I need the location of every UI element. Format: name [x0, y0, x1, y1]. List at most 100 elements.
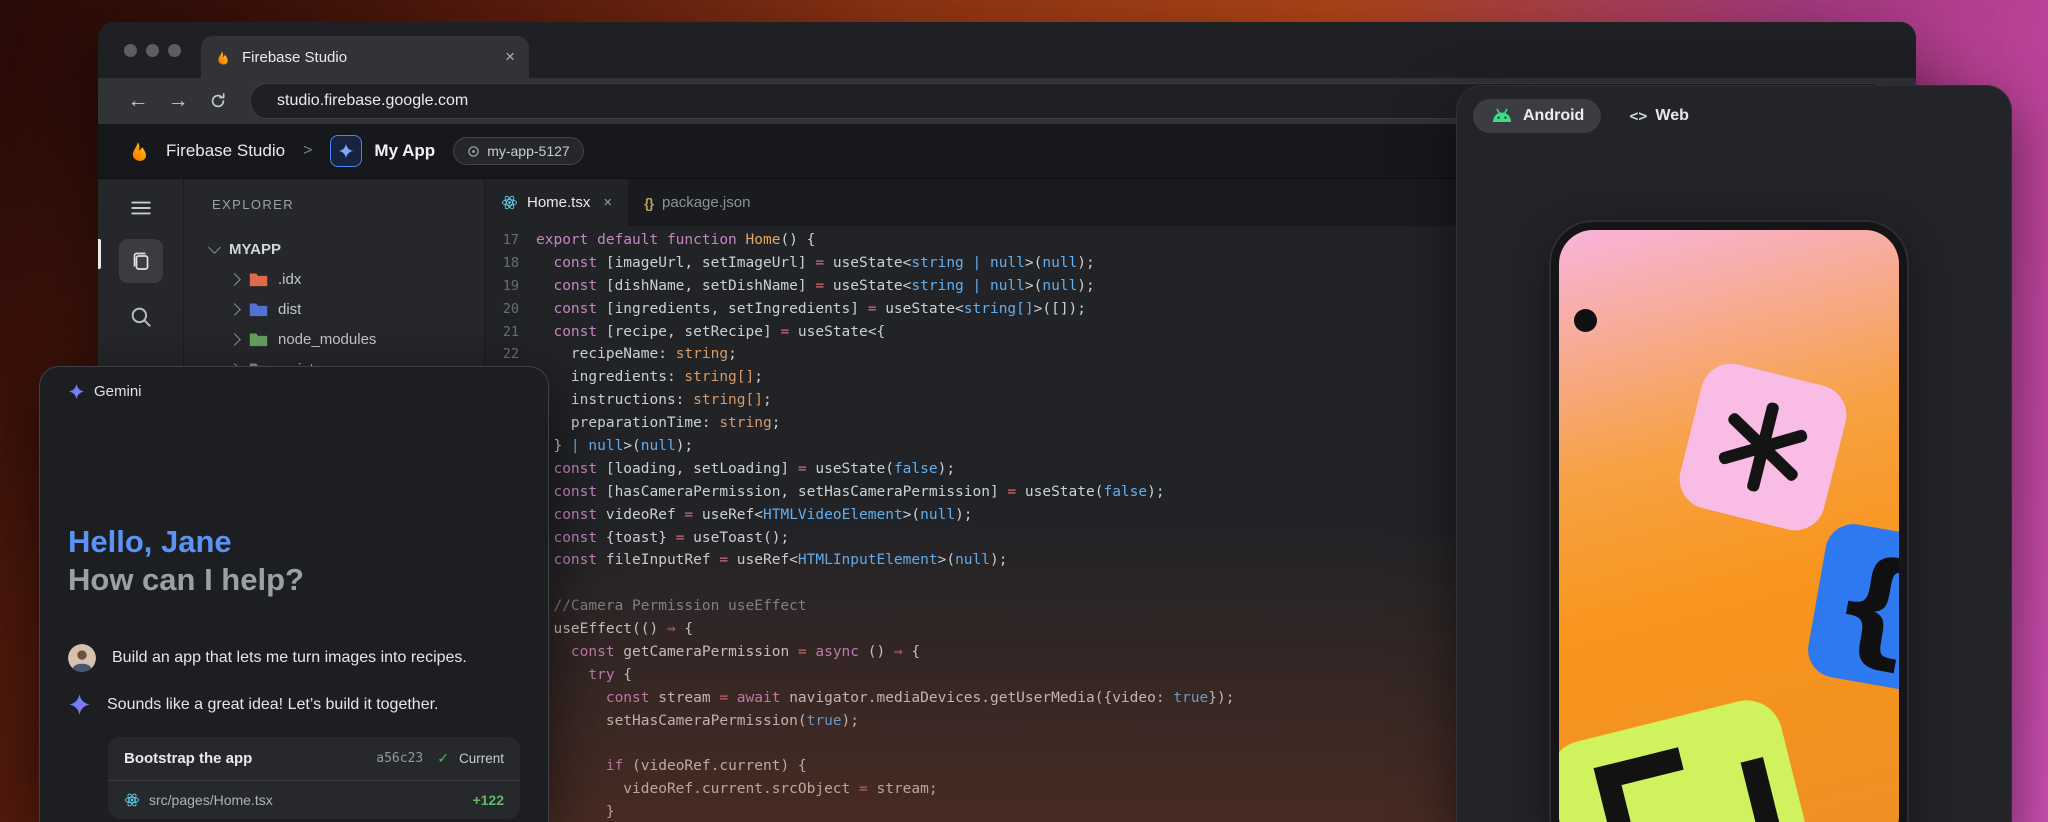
project-icon [467, 145, 480, 158]
refresh-icon [208, 91, 228, 111]
window-controls [124, 22, 181, 78]
tree-item-label: .idx [278, 271, 301, 288]
react-icon [124, 792, 140, 808]
file-path: src/pages/Home.tsx [149, 792, 463, 808]
search-view-button[interactable] [119, 295, 163, 339]
tree-item-.idx[interactable]: .idx [184, 264, 484, 294]
back-button[interactable]: ← [120, 83, 156, 119]
tab-label: package.json [662, 194, 750, 211]
code-text: const [recipe, setRecipe] = useState<{ [519, 321, 885, 344]
code-text: //Camera Permission useEffect [519, 595, 807, 618]
browser-tab[interactable]: Firebase Studio × [201, 36, 529, 78]
code-text: instructions: string[]; [519, 389, 772, 412]
tab-home-tsx[interactable]: Home.tsx × [485, 179, 628, 226]
tree-root-label: MYAPP [229, 241, 281, 258]
phone-mockup: { [1549, 220, 1909, 822]
line-number: 21 [485, 321, 519, 344]
preview-target-toggle: Android <> Web [1473, 99, 1689, 133]
gemini-subtitle: How can I help? [68, 562, 520, 598]
chevron-right-icon [228, 303, 241, 316]
search-icon [128, 304, 154, 330]
folder-icon [249, 331, 268, 347]
user-message: Build an app that lets me turn images in… [112, 649, 467, 667]
chevron-right-icon [228, 273, 241, 286]
android-toggle-button[interactable]: Android [1473, 99, 1601, 133]
tree-item-node_modules[interactable]: node_modules [184, 324, 484, 354]
code-text: const getCameraPermission = async () ⇒ { [519, 641, 920, 664]
check-icon: ✓ [437, 750, 449, 767]
status-badge: Current [459, 751, 504, 766]
code-text: preparationTime: string; [519, 412, 780, 435]
code-text: const {toast} = useToast(); [519, 527, 789, 550]
device-preview-panel: Android <> Web { [1456, 85, 2012, 822]
gemini-title: Gemini [94, 383, 142, 400]
code-text: const fileInputRef = useRef<HTMLInputEle… [519, 549, 1007, 572]
code-text: setHasCameraPermission(true); [519, 710, 859, 733]
app-id-label: my-app-5127 [487, 143, 570, 159]
chevron-down-icon [208, 241, 221, 254]
code-text: if (videoRef.current) { [519, 755, 807, 778]
code-text: videoRef.current.srcObject = stream; [519, 778, 938, 801]
tab-close-icon[interactable]: × [505, 47, 515, 67]
bootstrap-card-header: Bootstrap the app a56c23 ✓ Current [108, 737, 520, 780]
code-text: ingredients: string[]; [519, 366, 763, 389]
pink-asterisk-tile [1673, 357, 1852, 536]
code-text: const [hasCameraPermission, setHasCamera… [519, 481, 1165, 504]
web-toggle-button[interactable]: <> Web [1629, 107, 1689, 125]
app-name[interactable]: My App [374, 141, 435, 161]
firebase-favicon-icon [215, 49, 232, 66]
url-text: studio.firebase.google.com [277, 92, 468, 110]
window-maximize-button[interactable] [168, 44, 181, 57]
gemini-greeting: Hello, Jane [68, 524, 520, 560]
tab-package-json[interactable]: {} package.json [628, 179, 766, 226]
code-text: const [loading, setLoading] = useState(f… [519, 458, 955, 481]
tree-item-label: dist [278, 301, 301, 318]
app-id-badge[interactable]: my-app-5127 [453, 137, 584, 165]
blue-brace-tile: { [1804, 520, 1899, 700]
tab-close-icon[interactable]: × [603, 194, 612, 211]
menu-button[interactable] [119, 191, 163, 225]
line-number: 22 [485, 343, 519, 366]
files-icon [129, 249, 153, 273]
tree-item-dist[interactable]: dist [184, 294, 484, 324]
tree-root-myapp[interactable]: MYAPP [184, 234, 484, 264]
breadcrumb-separator: > [303, 142, 312, 160]
curly-brace-icon: { [1822, 538, 1899, 675]
gemini-header: Gemini [68, 383, 520, 400]
code-text: recipeName: string; [519, 343, 737, 366]
browser-tab-bar: Firebase Studio × [98, 22, 1916, 78]
assistant-message: Sounds like a great idea! Let’s build it… [107, 696, 438, 714]
asterisk-icon [1700, 384, 1826, 510]
refresh-button[interactable] [200, 83, 236, 119]
bootstrap-card[interactable]: Bootstrap the app a56c23 ✓ Current src/p… [108, 737, 520, 819]
active-view-indicator [98, 239, 101, 269]
commit-hash: a56c23 [376, 751, 423, 766]
green-brackets-tile [1559, 693, 1830, 822]
explorer-title: EXPLORER [184, 197, 484, 212]
gemini-sparkle-icon [68, 693, 91, 716]
user-avatar [68, 644, 96, 672]
browser-tab-title: Firebase Studio [242, 49, 495, 66]
code-text: const videoRef = useRef<HTMLVideoElement… [519, 504, 973, 527]
assistant-message-row: Sounds like a great idea! Let’s build it… [68, 693, 520, 716]
phone-screen: { [1559, 230, 1899, 822]
explorer-view-button[interactable] [119, 239, 163, 283]
avatar-photo [68, 644, 96, 672]
changed-file-row[interactable]: src/pages/Home.tsx +122 [108, 780, 520, 819]
brand-title[interactable]: Firebase Studio [166, 141, 285, 161]
folder-icon [249, 301, 268, 317]
window-close-button[interactable] [124, 44, 137, 57]
react-icon [501, 194, 518, 211]
window-minimize-button[interactable] [146, 44, 159, 57]
forward-button[interactable]: → [160, 83, 196, 119]
firebase-logo-icon [128, 139, 152, 163]
line-number: 17 [485, 229, 519, 252]
camera-punch-hole [1574, 309, 1597, 332]
diff-count: +122 [472, 792, 504, 808]
desktop-background: Firebase Studio × ← → studio.firebase.go… [0, 0, 2048, 822]
line-number: 19 [485, 275, 519, 298]
code-text: const stream = await navigator.mediaDevi… [519, 687, 1234, 710]
file-tree: MYAPP .idxdistnode_modulesscripts [184, 234, 484, 384]
line-number: 20 [485, 298, 519, 321]
line-number: 18 [485, 252, 519, 275]
